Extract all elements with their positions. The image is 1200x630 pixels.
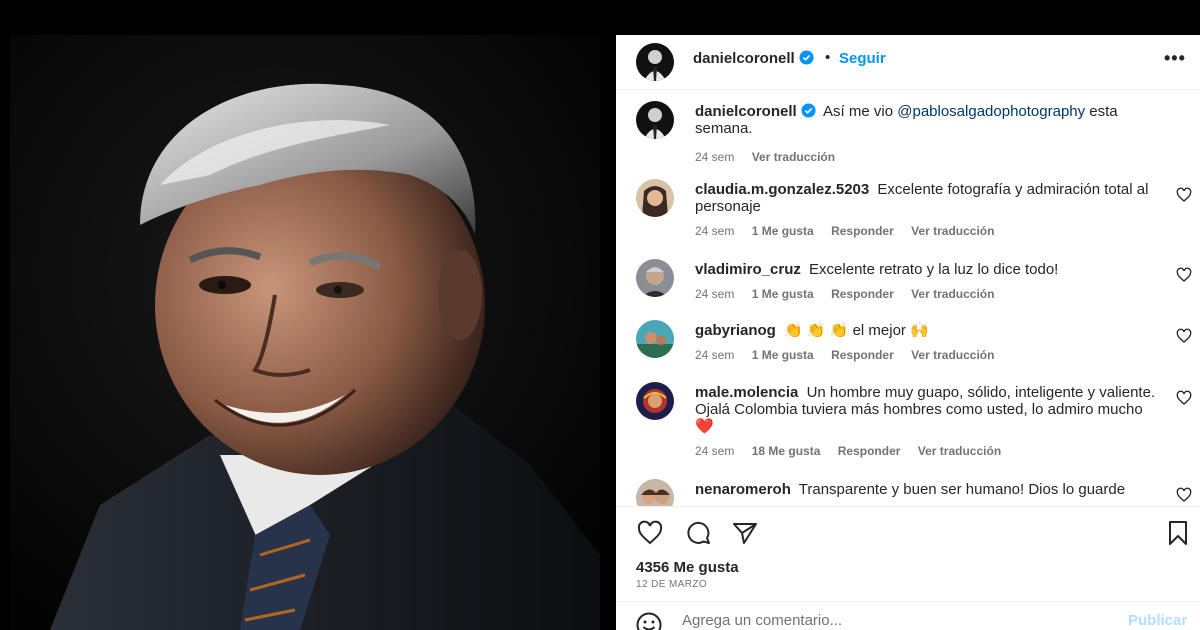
comment-body: 👏 👏 👏 el mejor 🙌 — [784, 322, 929, 339]
comments-list[interactable]: danielcoronell Así me vio @pablosalgadop… — [616, 91, 1200, 506]
commenter-avatar[interactable] — [636, 320, 674, 358]
caption-body: Así me vio — [823, 103, 894, 120]
comment-username[interactable]: nenaromeroh — [695, 481, 791, 498]
caption-username-text[interactable]: danielcoronell — [695, 103, 797, 120]
comment-username[interactable]: claudia.m.gonzalez.5203 — [695, 181, 869, 198]
caption-translate-link[interactable]: Ver traducción — [752, 150, 835, 164]
comment-like-heart-icon[interactable] — [1176, 390, 1192, 406]
top-black-bar — [0, 0, 1200, 35]
share-icon[interactable] — [731, 519, 759, 547]
likes-count[interactable]: 4356 Me gusta — [636, 559, 739, 576]
caption-age: 24 sem — [695, 150, 735, 164]
commenter-avatar-image — [636, 320, 674, 358]
author-avatar-small[interactable] — [636, 101, 674, 139]
post-side-panel: danielcoronell • Seguir ••• danielcorone… — [616, 35, 1200, 630]
comment-username[interactable]: vladimiro_cruz — [695, 261, 801, 278]
caption-mention-link[interactable]: @pablosalgadophotography — [897, 103, 1085, 120]
post-header: danielcoronell • Seguir ••• — [616, 35, 1200, 90]
comment-text: vladimiro_cruz Excelente retrato y la lu… — [695, 261, 1160, 278]
caption-meta: 24 sem Ver traducción — [695, 150, 849, 164]
translate-link[interactable]: Ver traducción — [918, 444, 1001, 458]
heart-icon[interactable] — [636, 519, 664, 547]
verified-badge-icon — [801, 103, 816, 118]
comment-likes[interactable]: 1 Me gusta — [752, 224, 814, 238]
reply-button[interactable]: Responder — [831, 224, 894, 238]
comment-like-heart-icon[interactable] — [1176, 187, 1192, 203]
comment-body: Transparente y buen ser humano! Dios lo … — [798, 481, 1126, 498]
commenter-avatar-image — [636, 479, 674, 506]
translate-link[interactable]: Ver traducción — [911, 224, 994, 238]
commenter-avatar[interactable] — [636, 382, 674, 420]
bookmark-icon[interactable] — [1164, 519, 1192, 547]
comment-like-heart-icon[interactable] — [1176, 328, 1192, 344]
comment-username[interactable]: gabyrianog — [695, 322, 776, 339]
commenter-avatar-image — [636, 179, 674, 217]
caption-text: danielcoronell Así me vio @pablosalgadop… — [695, 103, 1160, 137]
comment-age: 24 sem — [695, 287, 735, 301]
commenter-avatar[interactable] — [636, 179, 674, 217]
commenter-avatar[interactable] — [636, 479, 674, 506]
author-username[interactable]: danielcoronell — [693, 50, 814, 67]
author-avatar[interactable] — [636, 43, 674, 81]
comment-meta: 24 sem 1 Me gusta Responder Ver traducci… — [695, 224, 1008, 238]
comment-input[interactable]: Agrega un comentario... — [682, 612, 842, 629]
commenter-avatar-image — [636, 259, 674, 297]
comment-text: nenaromeroh Transparente y buen ser huma… — [695, 481, 1160, 498]
comment-username[interactable]: male.molencia — [695, 384, 798, 401]
comment-like-heart-icon[interactable] — [1176, 487, 1192, 503]
translate-link[interactable]: Ver traducción — [911, 348, 994, 362]
verified-badge-icon — [799, 50, 814, 65]
post-photo[interactable] — [10, 35, 600, 630]
reply-button[interactable]: Responder — [831, 287, 894, 301]
separator-dot: • — [825, 49, 831, 66]
post-date: 12 DE MARZO — [636, 579, 708, 590]
comment-text: male.molencia Un hombre muy guapo, sólid… — [695, 384, 1160, 435]
comment-text: gabyrianog 👏 👏 👏 el mejor 🙌 — [695, 322, 1160, 339]
translate-link[interactable]: Ver traducción — [911, 287, 994, 301]
more-options-button[interactable]: ••• — [1164, 48, 1186, 69]
author-avatar-image — [636, 43, 674, 81]
comment-text: claudia.m.gonzalez.5203 Excelente fotogr… — [695, 181, 1160, 215]
comment-age: 24 sem — [695, 444, 735, 458]
comment-likes[interactable]: 1 Me gusta — [752, 348, 814, 362]
commenter-avatar-image — [636, 382, 674, 420]
comment-like-heart-icon[interactable] — [1176, 267, 1192, 283]
author-avatar-image — [636, 101, 674, 139]
comment-meta: 24 sem 18 Me gusta Responder Ver traducc… — [695, 444, 1015, 458]
comment-likes[interactable]: 18 Me gusta — [752, 444, 821, 458]
add-comment-bar: Agrega un comentario... Publicar — [616, 601, 1200, 630]
caption-username[interactable]: danielcoronell — [695, 103, 816, 120]
author-username-text[interactable]: danielcoronell — [693, 50, 795, 67]
reply-button[interactable]: Responder — [838, 444, 901, 458]
comment-age: 24 sem — [695, 224, 735, 238]
portrait-image — [10, 35, 600, 630]
comment-icon[interactable] — [684, 519, 712, 547]
comment-likes[interactable]: 1 Me gusta — [752, 287, 814, 301]
post-actions: 4356 Me gusta 12 DE MARZO Agrega un come… — [616, 506, 1200, 630]
follow-button[interactable]: Seguir — [839, 50, 886, 67]
publish-button[interactable]: Publicar — [1128, 612, 1187, 629]
comment-meta: 24 sem 1 Me gusta Responder Ver traducci… — [695, 287, 1008, 301]
emoji-icon[interactable] — [636, 612, 662, 630]
comment-age: 24 sem — [695, 348, 735, 362]
comment-body: Excelente retrato y la luz lo dice todo! — [809, 261, 1059, 278]
commenter-avatar[interactable] — [636, 259, 674, 297]
reply-button[interactable]: Responder — [831, 348, 894, 362]
comment-meta: 24 sem 1 Me gusta Responder Ver traducci… — [695, 348, 1008, 362]
